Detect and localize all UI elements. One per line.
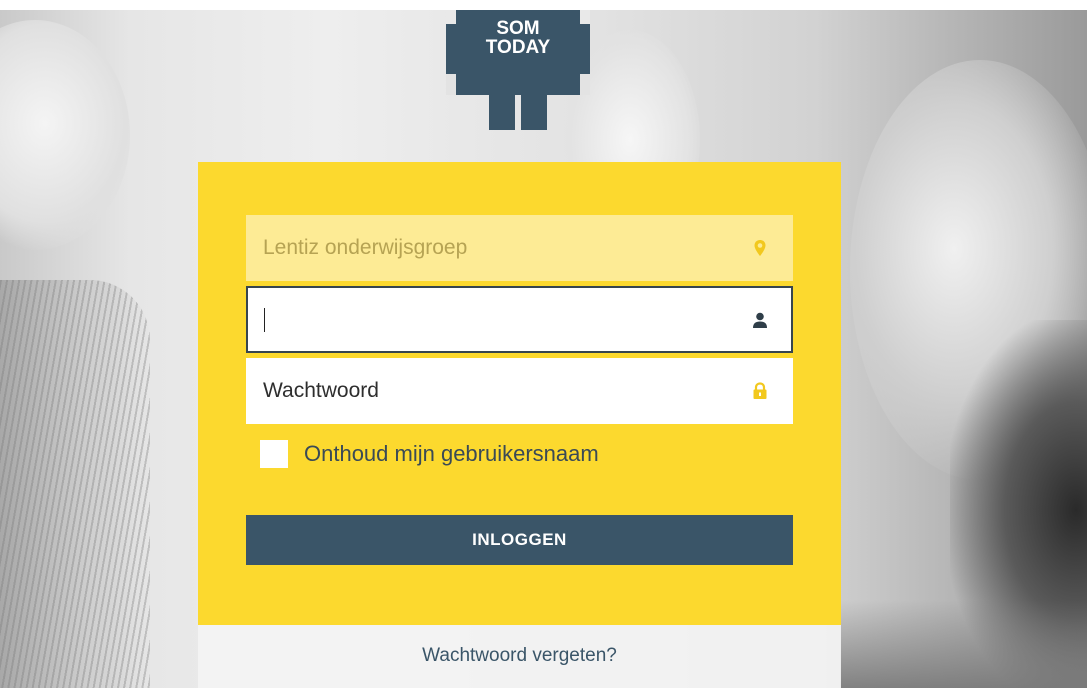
remember-label: Onthoud mijn gebruikersnaam — [304, 441, 599, 466]
background-sleeve — [0, 280, 150, 688]
logo-notch — [580, 74, 590, 95]
forgot-password-link[interactable]: Wachtwoord vergeten? — [422, 645, 617, 667]
school-value: Lentiz onderwijsgroep — [263, 236, 468, 259]
username-input[interactable] — [263, 288, 723, 351]
background-bottom-shade — [840, 600, 1087, 688]
map-marker-icon — [754, 240, 766, 256]
password-placeholder: Wachtwoord — [263, 379, 379, 402]
logo-line-1: SOM — [496, 18, 540, 39]
remember-checkbox[interactable] — [260, 440, 288, 468]
forgot-password-bar: Wachtwoord vergeten? — [198, 625, 841, 688]
username-field[interactable] — [246, 286, 793, 353]
logo-notch — [446, 74, 456, 95]
login-page: SOM TODAY Lentiz onderwijsgroep Wachtwoo… — [0, 0, 1087, 688]
remember-username[interactable]: Onthoud mijn gebruikersnaam — [260, 439, 599, 469]
login-card: Lentiz onderwijsgroep Wachtwoord Onthoud… — [198, 162, 841, 625]
user-icon — [753, 312, 767, 328]
logo-leg — [489, 95, 515, 130]
top-band — [0, 0, 1087, 10]
logo-line-2: TODAY — [485, 37, 551, 58]
password-field[interactable]: Wachtwoord — [246, 358, 793, 424]
logo-leg — [521, 95, 547, 130]
somtoday-logo: SOM TODAY — [446, 10, 590, 130]
school-field[interactable]: Lentiz onderwijsgroep — [246, 215, 793, 281]
lock-icon — [753, 382, 767, 399]
login-button[interactable]: INLOGGEN — [246, 515, 793, 565]
logo-text: SOM TODAY — [446, 19, 590, 57]
background-hand-left — [0, 20, 130, 250]
text-caret — [264, 308, 265, 332]
